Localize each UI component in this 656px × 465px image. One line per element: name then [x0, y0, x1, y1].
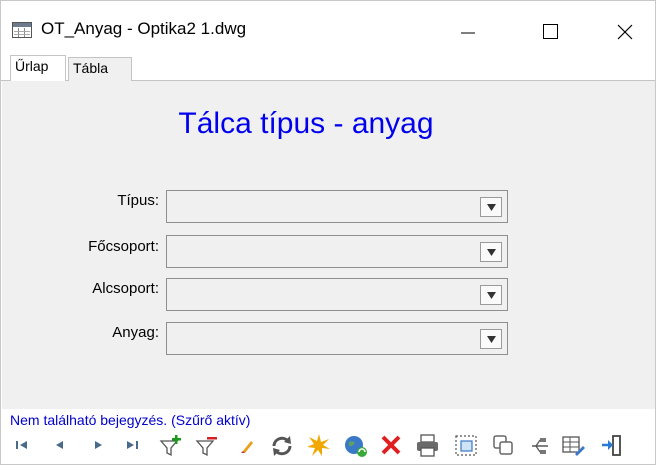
- close-button[interactable]: [602, 13, 648, 49]
- tab-tabla[interactable]: Tábla: [68, 57, 132, 81]
- focsoport-dropdown-button[interactable]: [480, 242, 502, 262]
- copy-button[interactable]: [490, 431, 516, 459]
- record-toolbar: [1, 429, 655, 463]
- add-filter-button[interactable]: [158, 431, 184, 459]
- globe-sync-icon: [345, 436, 367, 457]
- close-icon: [617, 24, 633, 40]
- exit-button[interactable]: [599, 431, 625, 459]
- dropdown-arrow-icon: [487, 336, 496, 343]
- first-record-icon: [16, 441, 27, 449]
- field-label-alcsoport: Alcsoport:: [92, 280, 159, 297]
- title-bar[interactable]: OT_Anyag - Optika2 1.dwg: [1, 1, 655, 51]
- form-panel: Tálca típus - anyag Típus: Főcsoport: Al…: [2, 81, 655, 409]
- window-title: OT_Anyag - Optika2 1.dwg: [41, 19, 247, 38]
- table-app-icon: [12, 22, 32, 38]
- link-button[interactable]: [527, 431, 553, 459]
- field-label-anyag: Anyag:: [112, 324, 159, 341]
- minimize-icon: [461, 32, 475, 34]
- anyag-combo[interactable]: [166, 322, 508, 355]
- remove-filter-button[interactable]: [194, 431, 220, 459]
- tab-urlap[interactable]: Űrlap: [10, 55, 66, 82]
- field-label-tipus: Típus:: [117, 192, 159, 209]
- tipus-combo[interactable]: [166, 190, 508, 223]
- previous-record-icon: [56, 441, 63, 449]
- print-icon: [417, 434, 438, 457]
- new-record-star-icon: [307, 434, 330, 456]
- table-edit-button[interactable]: [560, 431, 586, 459]
- link-icon: [532, 438, 548, 454]
- delete-x-icon: [381, 435, 401, 455]
- globe-sync-button[interactable]: [342, 431, 368, 459]
- last-record-button[interactable]: [119, 431, 145, 459]
- tab-bar: Űrlap Tábla: [1, 55, 655, 82]
- remove-filter-icon: [195, 437, 217, 457]
- app-window: OT_Anyag - Optika2 1.dwg Űrlap Tábla Tál…: [0, 0, 656, 465]
- select-frame-icon: [455, 435, 477, 456]
- new-record-button[interactable]: [305, 431, 331, 459]
- delete-button[interactable]: [378, 431, 404, 459]
- alcsoport-dropdown-button[interactable]: [480, 285, 502, 305]
- copy-icon: [493, 435, 513, 455]
- anyag-dropdown-button[interactable]: [480, 329, 502, 349]
- add-filter-icon: [159, 435, 181, 457]
- dropdown-arrow-icon: [487, 292, 496, 299]
- last-record-icon: [127, 441, 138, 449]
- dropdown-arrow-icon: [487, 204, 496, 211]
- next-record-icon: [95, 441, 102, 449]
- print-button[interactable]: [414, 431, 440, 459]
- table-edit-icon: [562, 436, 585, 456]
- maximize-button[interactable]: [528, 13, 574, 49]
- select-frame-button[interactable]: [453, 431, 479, 459]
- first-record-button[interactable]: [9, 431, 35, 459]
- exit-icon: [602, 435, 621, 456]
- tab-urlap-label: Űrlap: [15, 58, 49, 74]
- edit-button[interactable]: [234, 431, 260, 459]
- refresh-button[interactable]: [268, 431, 294, 459]
- tipus-dropdown-button[interactable]: [480, 197, 502, 217]
- form-heading: Tálca típus - anyag: [178, 107, 434, 140]
- field-label-focsoport: Főcsoport:: [88, 238, 159, 255]
- minimize-button[interactable]: [445, 13, 491, 49]
- dropdown-arrow-icon: [487, 249, 496, 256]
- tab-tabla-label: Tábla: [73, 60, 109, 76]
- maximize-icon: [543, 24, 558, 39]
- status-message: Nem található bejegyzés. (Szűrő aktív): [10, 412, 251, 428]
- alcsoport-combo[interactable]: [166, 278, 508, 311]
- edit-pencil-icon: [241, 441, 253, 453]
- next-record-button[interactable]: [85, 431, 111, 459]
- focsoport-combo[interactable]: [166, 235, 508, 268]
- previous-record-button[interactable]: [47, 431, 73, 459]
- refresh-icon: [272, 436, 292, 456]
